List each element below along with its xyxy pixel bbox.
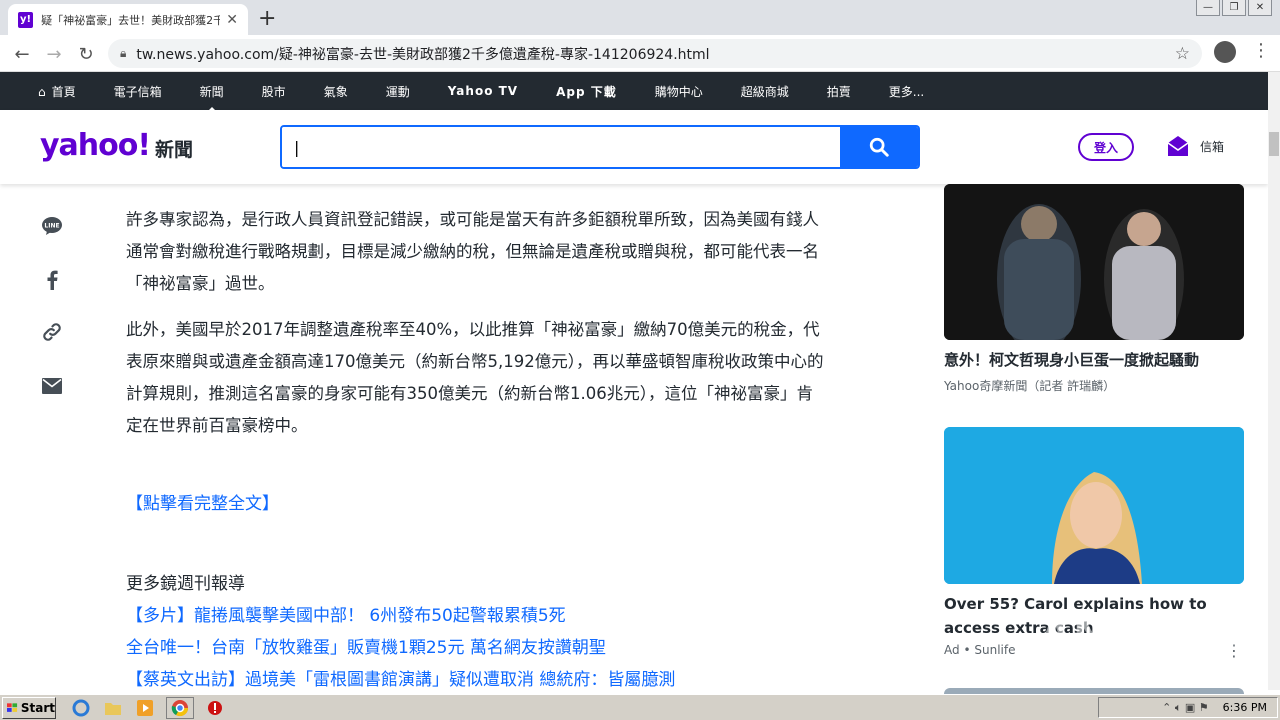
nav-item-auction[interactable]: 拍賣 xyxy=(827,83,851,100)
folder-icon[interactable] xyxy=(102,698,124,718)
profile-avatar-icon[interactable] xyxy=(1214,41,1236,63)
more-reports-heading: 更多鏡週刊報導 xyxy=(126,574,245,594)
windows-taskbar: Start ⌃ 🔈︎ ▣ ⚑ 6:36 PM xyxy=(0,694,1280,720)
scrollbar-thumb[interactable] xyxy=(1269,132,1279,156)
bookmark-star-icon[interactable]: ☆ xyxy=(1175,44,1190,64)
clock: 6:36 PM xyxy=(1222,701,1267,714)
related-article-link[interactable]: 【多片】龍捲風襲擊美國中部！ 6州發布50起警報累積5死 xyxy=(126,601,566,626)
nav-item-yahoo-tv[interactable]: Yahoo TV xyxy=(448,84,518,98)
svg-text:LINE: LINE xyxy=(44,223,59,230)
ad-label: Ad xyxy=(944,643,960,657)
yahoo-favicon-icon: y! xyxy=(18,11,34,28)
article-paragraph: 許多專家認為，是行政人員資訊登記錯誤，或可能是當天有許多鉅額稅單所致，因為美國有… xyxy=(126,210,819,293)
address-bar[interactable]: 🔒︎ tw.news.yahoo.com/疑-神祕富豪-去世-美財政部獲2千多億… xyxy=(108,39,1202,68)
browser-menu-icon[interactable]: ⋮ xyxy=(1252,40,1270,61)
search-input[interactable] xyxy=(282,127,840,167)
back-arrow-icon[interactable]: ← xyxy=(10,42,34,66)
share-email-icon[interactable] xyxy=(40,374,64,398)
yahoo-top-nav: ⌂ 首頁 電子信箱 新聞 股市 氣象 運動 Yahoo TV App 下載 購物中… xyxy=(0,72,1268,113)
reload-icon[interactable]: ↻ xyxy=(74,42,98,66)
ad-sponsor[interactable]: Sunlife xyxy=(974,643,1015,657)
forward-arrow-icon[interactable]: → xyxy=(42,42,66,66)
nav-item-weather[interactable]: 氣象 xyxy=(324,83,348,100)
card-image-concert[interactable] xyxy=(944,184,1244,340)
vertical-scrollbar[interactable] xyxy=(1268,72,1280,690)
nav-item-home[interactable]: ⌂ 首頁 xyxy=(38,83,76,100)
maximize-button[interactable]: ❐ xyxy=(1222,0,1246,16)
mail-icon xyxy=(1167,136,1189,156)
search-button[interactable] xyxy=(840,127,918,167)
browser-tabstrip: y! 疑「神祕富豪」去世！美財政部獲2千 ✕ + — ❐ ✕ xyxy=(0,0,1280,35)
media-player-icon[interactable] xyxy=(134,698,156,718)
new-tab-button[interactable]: + xyxy=(258,6,276,31)
login-button[interactable]: 登入 xyxy=(1078,133,1134,161)
tray-icons[interactable]: ⌃ 🔈︎ ▣ ⚑ xyxy=(1162,701,1209,715)
nav-item-more[interactable]: 更多... xyxy=(889,83,924,100)
minimize-button[interactable]: — xyxy=(1196,0,1220,16)
nav-item-app-download[interactable]: App 下載 xyxy=(556,83,617,100)
lock-icon: 🔒︎ xyxy=(120,46,127,60)
card-source: Yahoo奇摩新聞（記者 許瑞麟） xyxy=(944,379,1116,393)
mail-link[interactable]: 信箱 xyxy=(1166,134,1224,158)
card-title[interactable]: 意外！柯文哲現身小巨蛋一度掀起騷動 xyxy=(944,348,1244,372)
nav-item-sports[interactable]: 運動 xyxy=(386,83,410,100)
search-icon xyxy=(869,137,889,157)
home-icon: ⌂ xyxy=(38,84,46,99)
system-tray: ⌃ 🔈︎ ▣ ⚑ 6:36 PM xyxy=(1098,697,1278,718)
stop-icon[interactable] xyxy=(204,698,226,718)
start-button[interactable]: Start xyxy=(2,696,56,719)
copy-link-icon[interactable] xyxy=(40,320,64,344)
windows-logo-icon xyxy=(7,702,18,712)
chrome-icon[interactable] xyxy=(166,696,194,719)
share-facebook-icon[interactable] xyxy=(40,268,64,292)
internet-explorer-icon[interactable] xyxy=(70,698,92,718)
logo-section-label[interactable]: 新聞 xyxy=(155,135,193,162)
mail-label: 信箱 xyxy=(1200,139,1225,154)
read-full-article-link[interactable]: 【點擊看完整全文】 xyxy=(126,489,279,514)
share-line-icon[interactable]: LINE xyxy=(40,214,64,238)
article-body: 許多專家認為，是行政人員資訊登記錯誤，或可能是當天有許多鉅額稅單所致，因為美國有… xyxy=(126,204,826,456)
related-article-link[interactable]: 【蔡英文出訪】過境美「雷根圖書館演講」疑似遭取消 總統府：皆屬臆測 xyxy=(126,665,675,690)
nav-item-mail[interactable]: 電子信箱 xyxy=(114,83,162,100)
browser-tab[interactable]: y! 疑「神祕富豪」去世！美財政部獲2千 ✕ xyxy=(8,4,248,35)
separator-dot: • xyxy=(963,643,975,657)
window-controls: — ❐ ✕ xyxy=(1196,0,1272,16)
close-window-button[interactable]: ✕ xyxy=(1248,0,1272,16)
nav-item-news[interactable]: 新聞 xyxy=(200,83,224,113)
search-box xyxy=(280,125,920,169)
nav-item-shopping[interactable]: 購物中心 xyxy=(655,83,703,100)
close-tab-icon[interactable]: ✕ xyxy=(226,12,238,28)
nav-item-stocks[interactable]: 股市 xyxy=(262,83,286,100)
url-text: tw.news.yahoo.com/疑-神祕富豪-去世-美財政部獲2千多億遺產稅… xyxy=(136,46,710,63)
card-ad-meta: Ad • Sunlife xyxy=(944,643,1015,657)
yahoo-header: yahoo! 新聞 登入 信箱 xyxy=(0,110,1268,184)
browser-toolbar: ← → ↻ 🔒︎ tw.news.yahoo.com/疑-神祕富豪-去世-美財政… xyxy=(0,35,1280,72)
anyrun-watermark: ANY RUN xyxy=(1040,612,1259,658)
related-article-link[interactable]: 全台唯一！台南「放牧雞蛋」販賣機1顆25元 萬名網友按讚朝聖 xyxy=(126,633,606,658)
tab-title: 疑「神祕富豪」去世！美財政部獲2千 xyxy=(41,13,221,27)
article-paragraph: 此外，美國早於2017年調整遺產稅率至40%，以此推算「神祕富豪」繳納70億美元… xyxy=(126,320,824,435)
card-image-ad[interactable] xyxy=(944,427,1244,584)
yahoo-logo[interactable]: yahoo! xyxy=(40,128,151,163)
nav-item-mall[interactable]: 超級商城 xyxy=(741,83,789,100)
